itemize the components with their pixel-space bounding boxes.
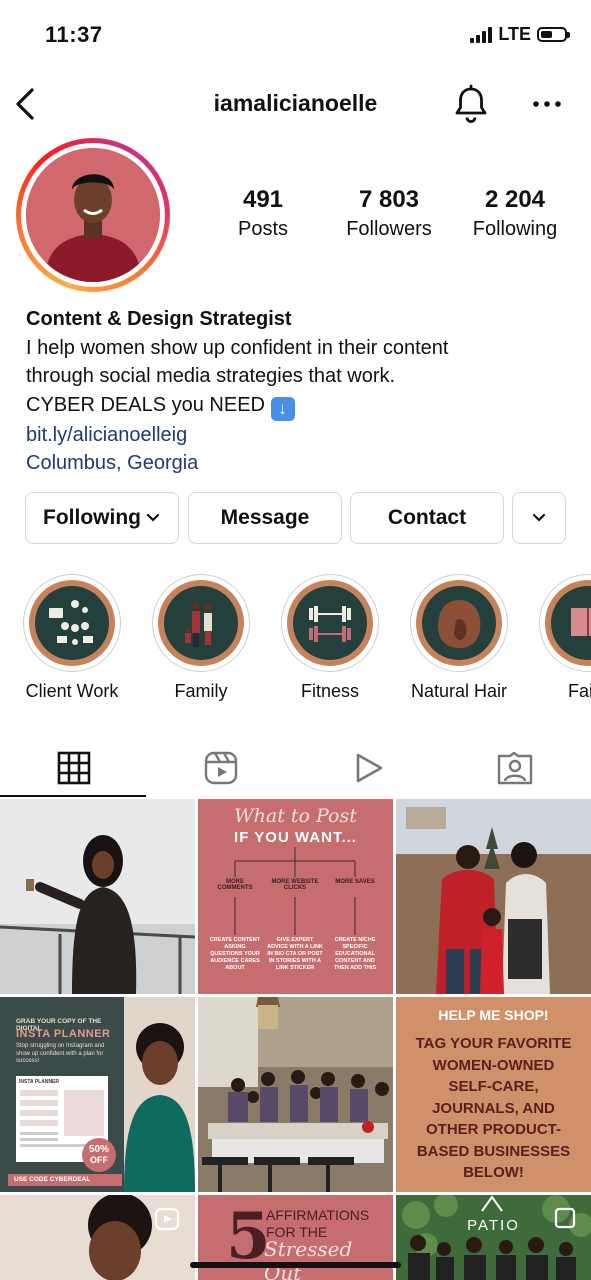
more-horizontal-icon	[533, 101, 561, 107]
highlight-label: Natural Hair	[410, 681, 508, 701]
stat-followers-value: 7 803	[358, 186, 420, 213]
patio-sign: PATIO	[467, 1217, 520, 1234]
planner-desc: Stop struggling on Instagram and show up…	[16, 1043, 105, 1064]
reels-icon	[204, 751, 237, 785]
col-head: MORE SAVES	[335, 879, 375, 885]
profile-bio: Content & Design Strategist I help women…	[26, 305, 566, 478]
tab-videos[interactable]	[294, 740, 441, 796]
planner-code: USE CODE CYBERDEAL	[8, 1174, 122, 1186]
stat-followers[interactable]: 7 803 Followers	[334, 186, 444, 241]
following-button[interactable]: Following	[25, 492, 179, 544]
home-indicator[interactable]	[190, 1262, 401, 1268]
bio-line-1: I help women show up confident in their …	[26, 336, 449, 359]
status-time: 11:37	[45, 22, 103, 47]
bio-title: Content & Design Strategist	[26, 308, 292, 330]
highlight-label: Fitness	[300, 681, 360, 701]
bio-link[interactable]: bit.ly/alicianoelleig	[26, 421, 566, 450]
discount-badge: 50% OFF	[82, 1138, 116, 1172]
tab-reels[interactable]	[147, 740, 294, 796]
stat-posts[interactable]: 491 Posts	[218, 186, 308, 241]
status-indicators: LTE	[470, 24, 570, 45]
contact-button[interactable]: Contact	[350, 492, 504, 544]
bio-line-3-text: CYBER DEALS you NEED	[26, 393, 265, 416]
suggested-accounts-button[interactable]	[512, 492, 566, 544]
highlight-faith[interactable]: Fai	[538, 574, 591, 702]
highlight-label: Client Work	[25, 681, 119, 701]
col-body: CREATE CONTENT ASKING QUESTIONS YOUR AUD…	[209, 937, 261, 971]
avatar-photo	[26, 148, 160, 282]
post-tile[interactable]	[198, 997, 393, 1192]
profile-username: iamalicianoelle	[213, 90, 378, 116]
profile-avatar[interactable]	[16, 138, 170, 292]
hair-icon	[438, 600, 481, 648]
planner-doc-title: INSTA PLANNER	[19, 1079, 59, 1085]
message-button[interactable]: Message	[188, 492, 342, 544]
col-head: MORE WEBSITE CLICKS	[271, 879, 319, 891]
chevron-down-icon	[146, 513, 160, 522]
battery-icon	[537, 27, 570, 42]
stat-following[interactable]: 2 204 Following	[460, 186, 570, 241]
badge-off: OFF	[90, 1155, 108, 1165]
chevron-down-icon	[532, 513, 546, 522]
bell-icon	[455, 84, 487, 123]
highlight-label: Family	[174, 681, 228, 701]
notifications-button[interactable]	[453, 84, 489, 124]
stat-followers-label: Followers	[346, 218, 432, 240]
bio-line-3: CYBER DEALS you NEED ↓	[26, 391, 566, 421]
client-work-icon	[49, 600, 93, 645]
book-icon	[571, 608, 591, 636]
planner-photo	[124, 997, 195, 1192]
active-tab-indicator	[0, 795, 146, 797]
network-label: LTE	[498, 24, 531, 44]
more-options-button[interactable]	[530, 92, 564, 116]
bio-location[interactable]: Columbus, Georgia	[26, 449, 566, 478]
post-tile-patio[interactable]: PATIO	[396, 1195, 591, 1280]
stat-following-value: 2 204	[484, 186, 546, 213]
tab-tagged[interactable]	[441, 740, 588, 796]
signal-icon	[470, 26, 493, 43]
down-arrow-emoji-icon: ↓	[270, 396, 295, 421]
post-tile-insta-planner[interactable]: GRAB YOUR COPY OF THE DIGITAL INSTA PLAN…	[0, 997, 195, 1192]
post-tile-help-me-shop[interactable]: HELP ME SHOP! TAG YOUR FAVORITE WOMEN-OW…	[396, 997, 591, 1192]
col-head: MORE COMMENTS	[217, 879, 253, 891]
highlight-natural-hair[interactable]: Natural Hair	[409, 574, 509, 702]
stat-posts-value: 491	[242, 186, 284, 213]
post-tile-reel[interactable]	[0, 1195, 195, 1280]
play-icon	[356, 753, 382, 783]
highlight-label: Fai	[568, 681, 591, 701]
bio-line-2: through social media strategies that wor…	[26, 365, 396, 387]
col-body: CREATE NICHE SPECIFIC EDUCATIONAL CONTEN…	[333, 937, 377, 971]
post-tile[interactable]	[396, 799, 591, 994]
affirm-script: Stressed Out	[264, 1237, 353, 1280]
post-tile[interactable]	[0, 799, 195, 994]
tagged-person-icon	[497, 751, 532, 785]
shop-head: HELP ME SHOP!	[438, 1007, 549, 1023]
highlight-client-work[interactable]: Client Work	[22, 574, 122, 702]
highlight-fitness[interactable]: Fitness	[280, 574, 380, 702]
tab-grid[interactable]	[0, 740, 147, 796]
stat-following-label: Following	[472, 218, 558, 240]
affirm-line1: AFFIRMATIONS	[266, 1207, 370, 1223]
grid-icon	[57, 751, 90, 785]
following-button-label: Following	[43, 506, 141, 529]
col-body: GIVE EXPERT ADVICE WITH A LINK IN BIO CT…	[267, 937, 323, 971]
badge-percent: 50%	[88, 1144, 109, 1155]
planner-title: INSTA PLANNER	[16, 1028, 111, 1040]
dumbbell-icon	[309, 606, 351, 642]
post-tile-what-to-post[interactable]: What to Post IF YOU WANT... MORE COMMENT…	[198, 799, 393, 994]
stat-posts-label: Posts	[237, 218, 289, 240]
shop-body: TAG YOUR FAVORITE WOMEN-OWNED SELF-CARE,…	[415, 1035, 572, 1181]
family-icon	[185, 602, 212, 647]
highlight-family[interactable]: Family	[151, 574, 251, 702]
